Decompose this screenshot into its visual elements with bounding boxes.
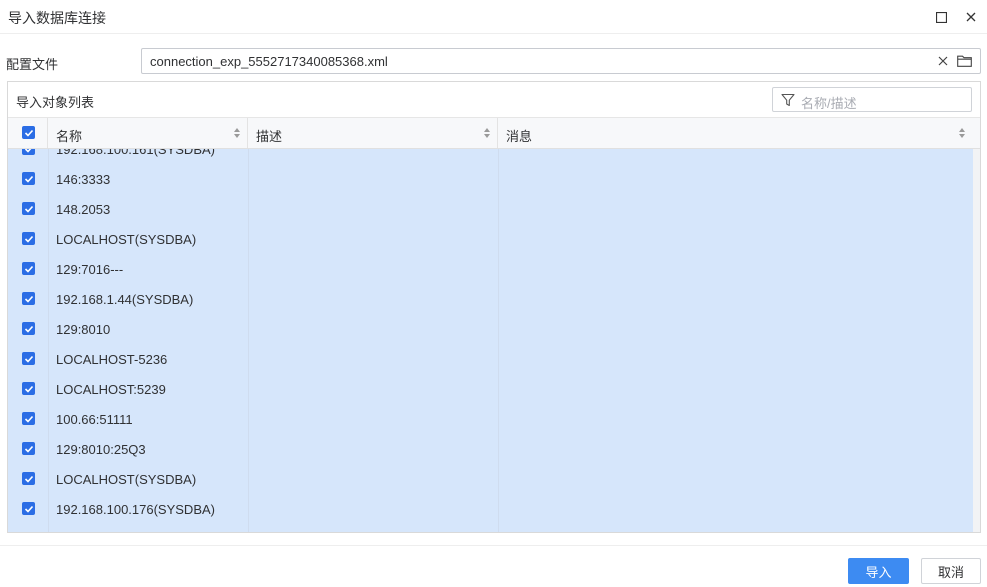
config-file-label: 配置文件 <box>6 57 59 72</box>
row-name: 192.168.100.161(SYSDBA) <box>56 149 215 157</box>
table-row[interactable]: 192.168.100.161(SYSDBA) <box>8 149 973 164</box>
sort-icon[interactable] <box>483 127 491 139</box>
filter-icon <box>781 93 795 107</box>
row-name: 148.2053 <box>56 202 111 217</box>
import-object-list-panel: 导入对象列表 名称/描述 名称 描述 消息 192.168.100.161(SY… <box>7 81 981 533</box>
row-checkbox[interactable] <box>22 232 35 245</box>
close-icon[interactable] <box>962 8 980 26</box>
sort-icon[interactable] <box>233 127 241 139</box>
header-select-all-cell <box>8 118 48 148</box>
table-row[interactable]: LOCALHOST:5239 <box>8 374 973 404</box>
row-name: LOCALHOST:5239 <box>56 382 166 397</box>
row-checkbox[interactable] <box>22 352 35 365</box>
row-name: 129:8010:25Q3 <box>56 442 146 457</box>
row-name: LOCALHOST-5236 <box>56 352 168 367</box>
row-name: 129:8010 <box>56 322 111 337</box>
config-file-field[interactable]: connection_exp_5552717340085368.xml <box>141 48 981 74</box>
row-checkbox[interactable] <box>22 202 35 215</box>
title-bar: 导入数据库连接 <box>0 0 987 34</box>
cancel-button[interactable]: 取消 <box>921 558 981 584</box>
table-row[interactable]: 129:7016--- <box>8 254 973 284</box>
column-header-message[interactable]: 消息 <box>498 118 973 148</box>
row-checkbox[interactable] <box>22 472 35 485</box>
table-row[interactable]: LOCALHOST(SYSDBA) <box>8 464 973 494</box>
import-connection-dialog: 导入数据库连接 配置文件 connection_exp_555271734008… <box>0 0 987 587</box>
row-name: 100.66:51111 <box>56 412 133 427</box>
filter-placeholder: 名称/描述 <box>801 96 857 111</box>
row-name: 192.168.1.44(SYSDBA) <box>56 292 194 307</box>
list-title: 导入对象列表 <box>16 95 95 110</box>
row-checkbox[interactable] <box>22 172 35 185</box>
table-row[interactable]: 148.2053 <box>8 194 973 224</box>
row-checkbox[interactable] <box>22 149 35 155</box>
row-checkbox[interactable] <box>22 502 35 515</box>
row-name: 146:3333 <box>56 172 111 187</box>
table-header: 名称 描述 消息 <box>8 117 980 149</box>
clear-icon[interactable] <box>935 53 951 69</box>
table-row[interactable]: 100.66:51111 <box>8 404 973 434</box>
row-checkbox[interactable] <box>22 382 35 395</box>
row-name: 129:7016--- <box>56 262 124 277</box>
vertical-scrollbar[interactable] <box>973 149 980 532</box>
column-header-name[interactable]: 名称 <box>48 118 248 148</box>
table-row[interactable]: 129:8010:25Q3 <box>8 434 973 464</box>
row-checkbox[interactable] <box>22 292 35 305</box>
table-body: 192.168.100.161(SYSDBA) 146:3333 148.2053 L… <box>8 149 973 532</box>
row-checkbox[interactable] <box>22 412 35 425</box>
table-row[interactable]: LOCALHOST(SYSDBA) <box>8 224 973 254</box>
row-name: 192.168.100.176(SYSDBA) <box>56 502 215 517</box>
column-header-description[interactable]: 描述 <box>248 118 498 148</box>
maximize-icon[interactable] <box>932 8 950 26</box>
row-name: LOCALHOST(SYSDBA) <box>56 232 197 247</box>
table-row[interactable]: 129:8010 <box>8 314 973 344</box>
import-button[interactable]: 导入 <box>848 558 909 584</box>
table-row[interactable]: 192.168.100.176(SYSDBA) <box>8 494 973 524</box>
select-all-checkbox[interactable] <box>22 126 35 139</box>
filter-input[interactable]: 名称/描述 <box>772 87 972 112</box>
footer-divider <box>0 545 987 546</box>
table-row[interactable]: 192.168.1.44(SYSDBA) <box>8 284 973 314</box>
row-checkbox[interactable] <box>22 442 35 455</box>
table-row[interactable]: LOCALHOST-5236 <box>8 344 973 374</box>
folder-icon[interactable] <box>955 53 973 69</box>
config-file-value[interactable]: connection_exp_5552717340085368.xml <box>150 54 388 69</box>
row-checkbox[interactable] <box>22 322 35 335</box>
table-row[interactable]: 146:3333 <box>8 164 973 194</box>
sort-icon[interactable] <box>958 127 966 139</box>
row-checkbox[interactable] <box>22 262 35 275</box>
dialog-title: 导入数据库连接 <box>8 10 106 26</box>
row-name: LOCALHOST(SYSDBA) <box>56 472 197 487</box>
